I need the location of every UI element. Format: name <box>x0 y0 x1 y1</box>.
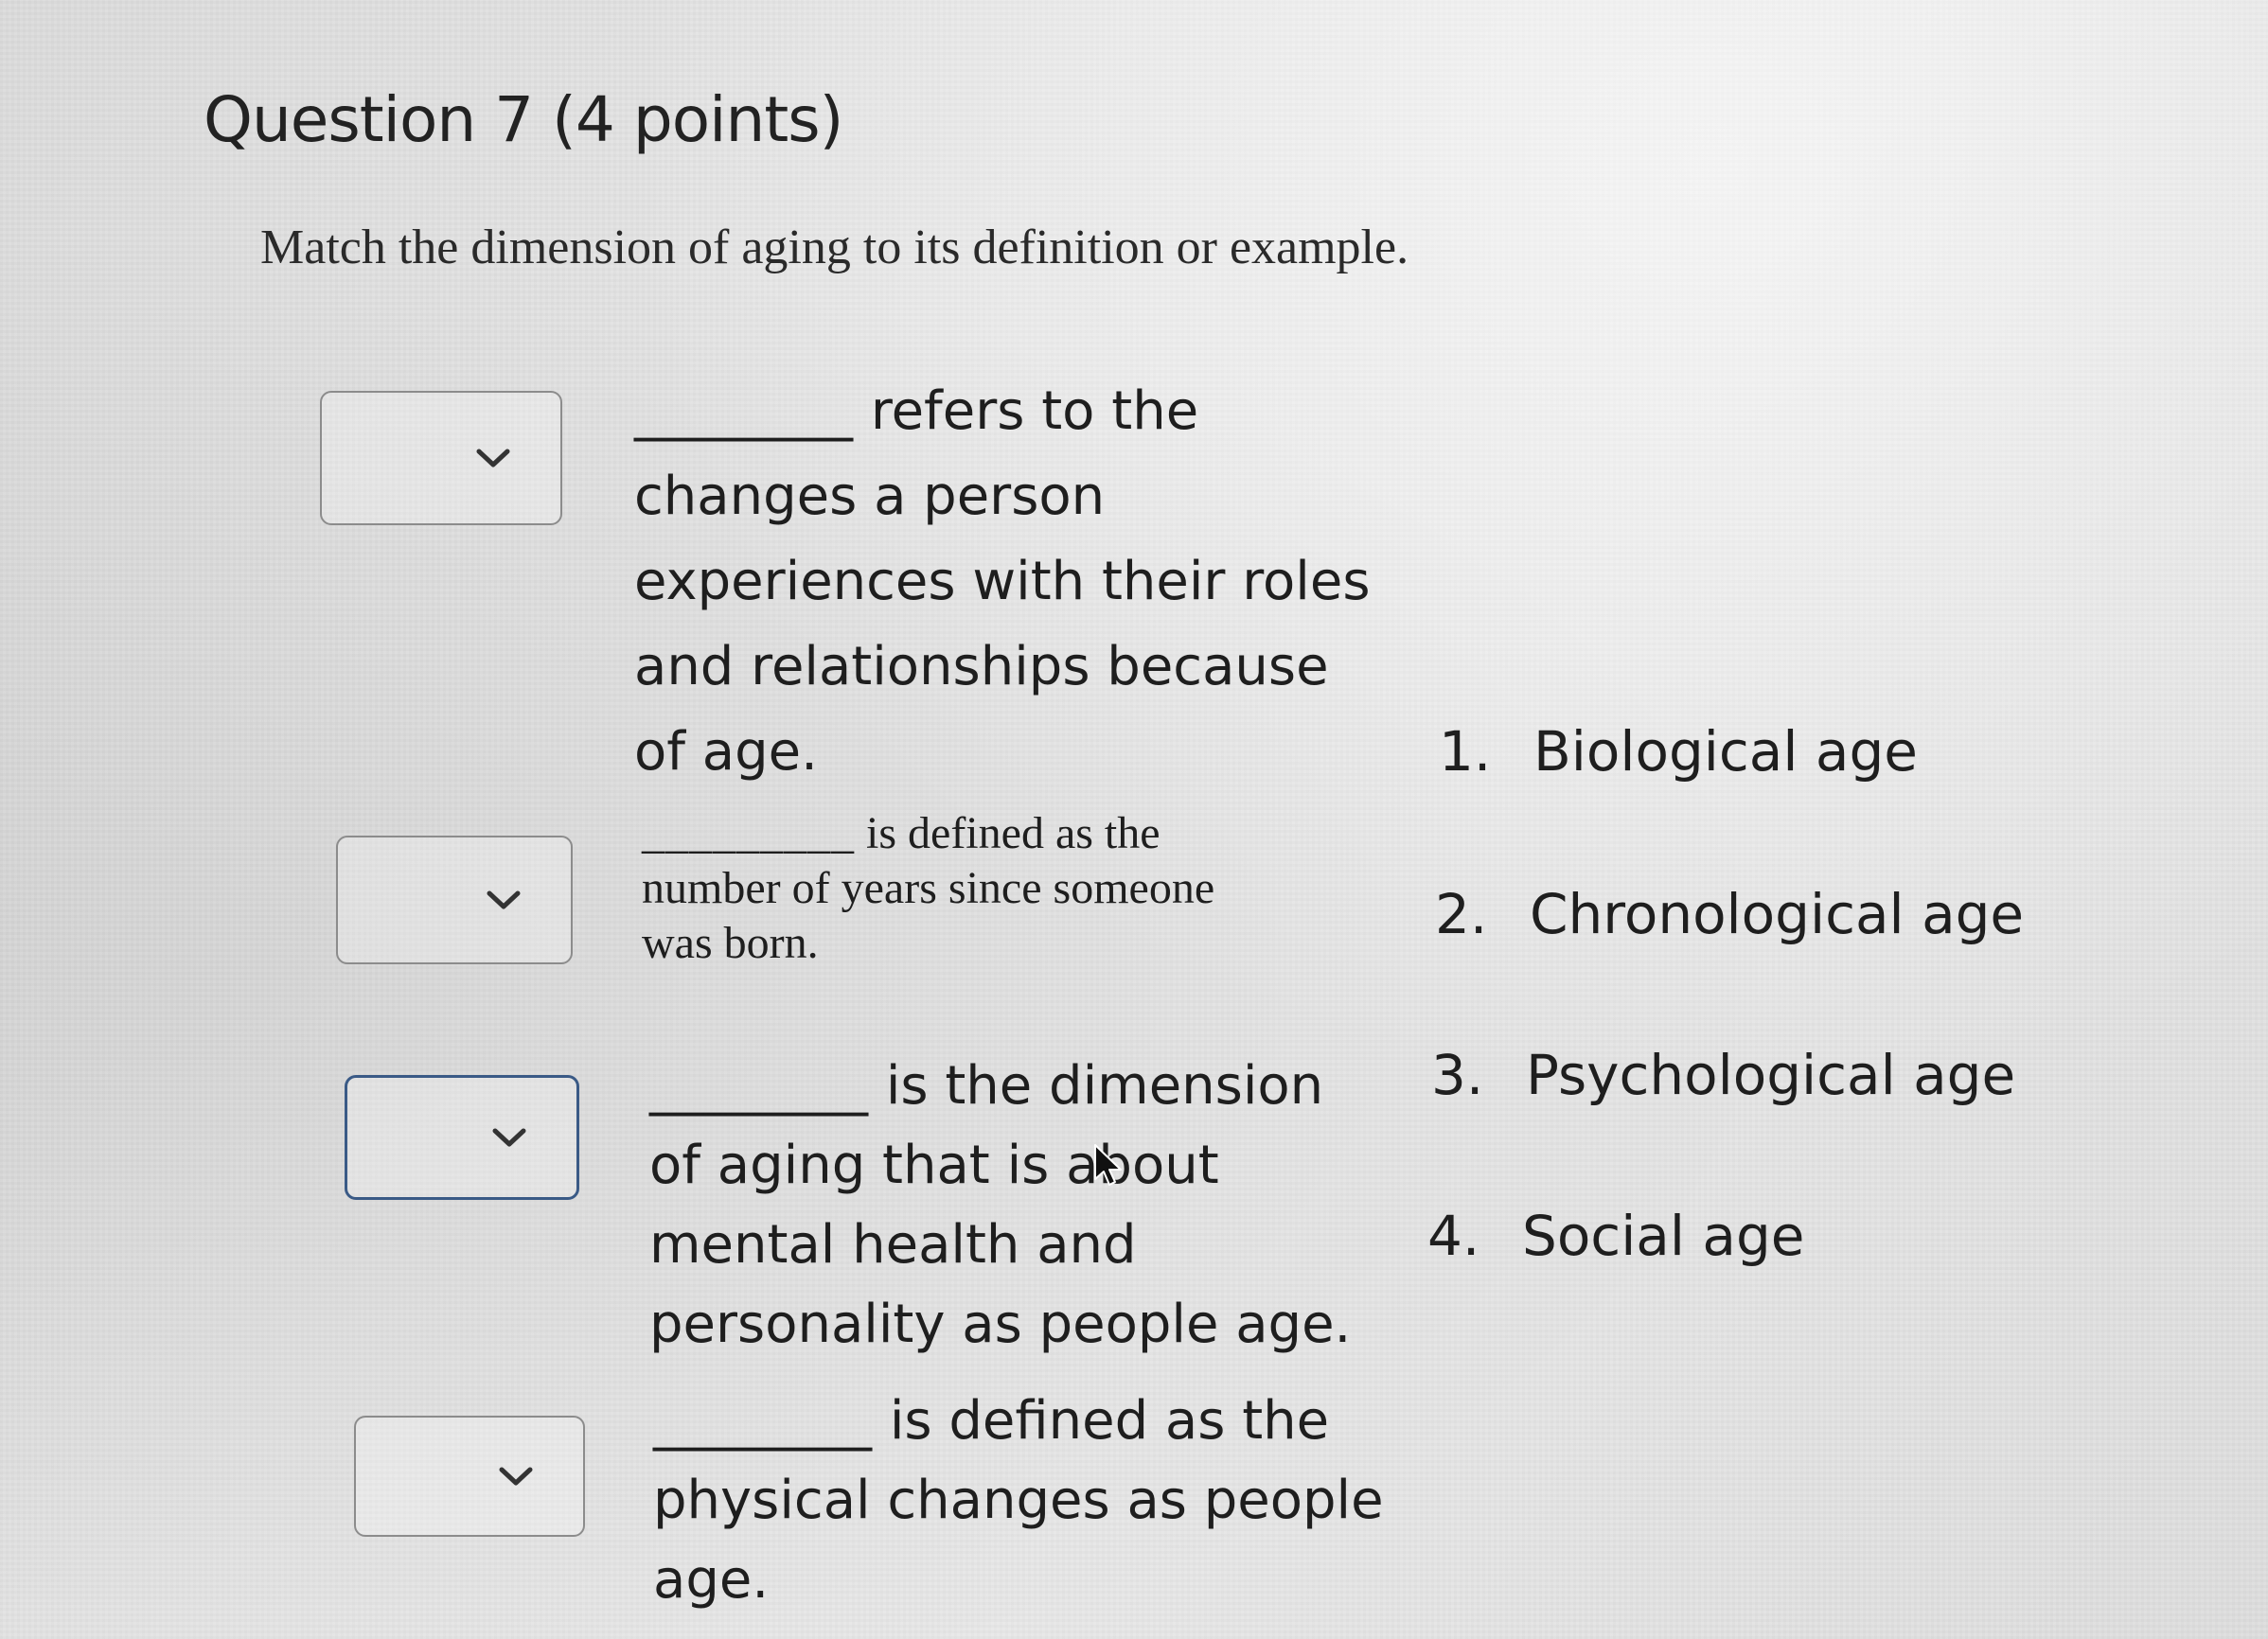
blank: ________ <box>653 1390 873 1452</box>
answer-number: 3. <box>1431 1043 1484 1107</box>
statement-line: mental health and <box>649 1214 1137 1276</box>
statement-text: is defined as the <box>866 808 1161 858</box>
answer-item: 1. Biological age <box>1439 719 1918 784</box>
statement-text: is defined as the <box>889 1390 1330 1452</box>
blank: ________ <box>634 380 854 442</box>
answer-number: 1. <box>1439 719 1492 784</box>
chevron-down-icon <box>499 1467 533 1486</box>
match-dropdown-2[interactable] <box>336 836 573 964</box>
chevron-down-icon <box>476 449 510 467</box>
statement-line: personality as people age. <box>649 1294 1352 1355</box>
mouse-cursor-icon <box>1094 1144 1122 1186</box>
answer-label: Social age <box>1522 1204 1805 1268</box>
question-points: (4 points) <box>552 83 843 156</box>
question-title: Question 7 (4 points) <box>204 83 843 156</box>
chevron-down-icon <box>492 1128 526 1147</box>
statement-text: refers to the <box>870 380 1199 442</box>
statement-line: experiences with their roles <box>634 551 1371 612</box>
statement-line: _________ is defined as the <box>642 806 1214 861</box>
statement-line: ________ is the dimension <box>649 1047 1351 1126</box>
question-number: Question 7 <box>204 83 534 156</box>
statement-3: ________ is the dimension of aging that … <box>649 1047 1351 1365</box>
answer-number: 4. <box>1427 1204 1480 1268</box>
statement-line: changes a person <box>634 466 1106 527</box>
question-prompt: Match the dimension of aging to its defi… <box>260 220 1409 274</box>
statement-line: of aging that is about <box>649 1135 1219 1196</box>
answer-item: 4. Social age <box>1427 1204 1804 1268</box>
match-dropdown-4[interactable] <box>354 1416 585 1537</box>
match-dropdown-1[interactable] <box>320 391 562 525</box>
statement-line: age. <box>653 1549 770 1611</box>
answer-label: Chronological age <box>1530 882 2025 946</box>
statement-line: and relationships because <box>634 636 1329 697</box>
statement-line: of age. <box>634 721 818 783</box>
answer-label: Biological age <box>1533 719 1918 784</box>
answer-item: 3. Psychological age <box>1431 1043 2015 1107</box>
blank: ________ <box>649 1055 869 1117</box>
statement-text: is the dimension <box>885 1055 1324 1117</box>
statement-line: was born. <box>642 918 819 968</box>
statement-1: ________ refers to the changes a person … <box>634 369 1371 795</box>
statement-2: _________ is defined as the number of ye… <box>642 806 1214 971</box>
answer-item: 2. Chronological age <box>1435 882 2024 946</box>
answer-label: Psychological age <box>1526 1043 2016 1107</box>
chevron-down-icon <box>487 890 521 909</box>
statement-line: ________ refers to the <box>634 369 1371 454</box>
statement-line: physical changes as people <box>653 1470 1384 1531</box>
statement-4: ________ is defined as the physical chan… <box>653 1382 1384 1620</box>
statement-line: ________ is defined as the <box>653 1382 1384 1461</box>
blank: _________ <box>642 808 855 858</box>
answer-number: 2. <box>1435 882 1488 946</box>
statement-line: number of years since someone <box>642 863 1215 913</box>
match-dropdown-3[interactable] <box>345 1075 579 1200</box>
